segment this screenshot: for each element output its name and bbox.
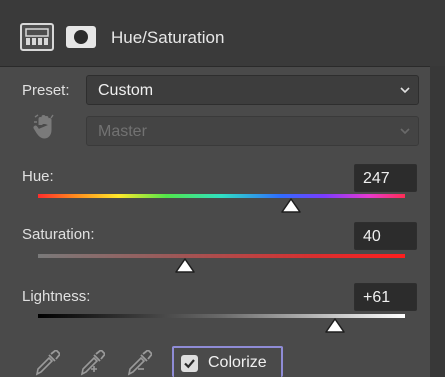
channel-select: Master — [86, 116, 419, 146]
preset-value: Custom — [98, 82, 154, 99]
saturation-value: 40 — [363, 228, 381, 245]
lightness-value: +61 — [363, 289, 391, 306]
panel-scroll-edge — [430, 66, 445, 377]
preset-label: Preset: — [22, 82, 70, 99]
saturation-slider-thumb[interactable] — [174, 258, 196, 274]
lightness-slider-track[interactable] — [38, 314, 405, 318]
lightness-value-field[interactable]: +61 — [354, 283, 417, 311]
colorize-label: Colorize — [208, 354, 267, 371]
colorize-checkbox-box[interactable] — [181, 355, 198, 372]
preset-select[interactable]: Custom — [86, 75, 419, 105]
hue-value: 247 — [363, 170, 390, 187]
hue-label: Hue: — [22, 168, 54, 185]
layer-mask-icon[interactable] — [66, 26, 96, 48]
targeted-adjustment-hand-icon[interactable] — [33, 114, 57, 140]
hue-slider-thumb[interactable] — [280, 198, 302, 214]
checkmark-icon — [184, 359, 195, 369]
panel-title: Hue/Saturation — [111, 28, 225, 47]
eyedropper-plus-icon[interactable] — [79, 350, 105, 377]
chevron-down-icon — [400, 128, 410, 135]
adjustment-layer-icon[interactable] — [20, 23, 54, 51]
eyedropper-icon[interactable] — [34, 350, 60, 377]
hue-value-field[interactable]: 247 — [354, 164, 417, 192]
channel-value: Master — [98, 123, 147, 140]
lightness-slider-thumb[interactable] — [324, 318, 346, 334]
panel-header: Hue/Saturation — [0, 0, 445, 67]
chevron-down-icon — [400, 87, 410, 94]
saturation-label: Saturation: — [22, 226, 95, 243]
hue-slider-track[interactable] — [38, 194, 405, 198]
saturation-value-field[interactable]: 40 — [354, 222, 417, 250]
colorize-checkbox[interactable]: Colorize — [172, 346, 283, 377]
eyedropper-minus-icon[interactable] — [126, 350, 152, 377]
lightness-label: Lightness: — [22, 288, 91, 305]
saturation-slider-track[interactable] — [38, 254, 405, 258]
